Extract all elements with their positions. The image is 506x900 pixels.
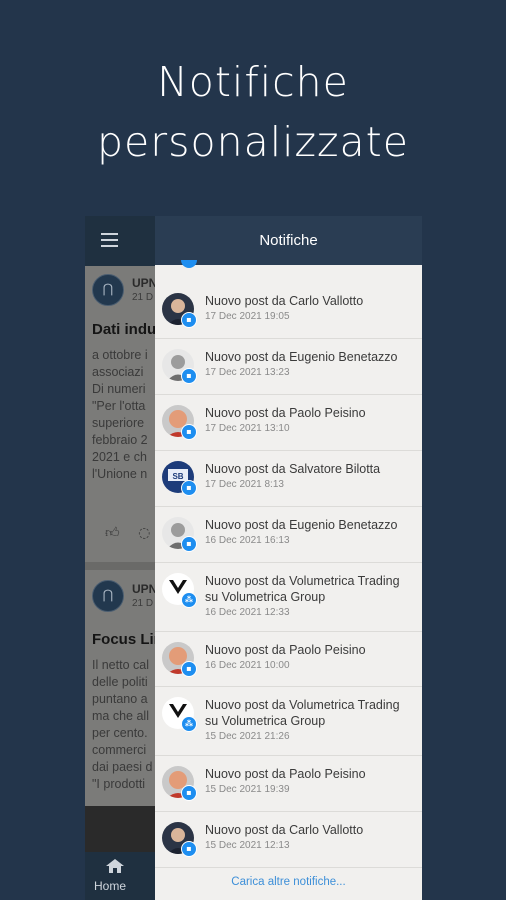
home-icon [106, 859, 124, 873]
post-separator [85, 562, 155, 570]
post-text-line: Di numeri [92, 382, 146, 396]
headline: Notifiche personalizzate [0, 52, 506, 172]
drawer-title: Notifiche [155, 216, 422, 265]
post-author: UPN [132, 276, 158, 290]
post-text-line: delle politi [92, 675, 148, 689]
post-text-line: associazi [92, 365, 144, 379]
notification-date: 16 Dec 2021 16:13 [205, 535, 290, 546]
post-text-line: dai paesi d [92, 760, 153, 774]
post-date: 21 D [132, 292, 154, 303]
notification-title: Nuovo post da Paolo Peisino [205, 406, 366, 420]
svg-text:SB: SB [172, 472, 183, 481]
author-avatar: ⋂ [92, 274, 124, 306]
notification-item[interactable]: ▪ Nuovo post da Carlo Vallotto 17 Dec 2021… [155, 283, 422, 339]
notification-title: Nuovo post da Salvatore Bilotta [205, 462, 381, 476]
load-more-link[interactable]: Carica altre notifiche... [155, 876, 422, 888]
post-text-line: a ottobre i [92, 348, 148, 362]
author-avatar: ⋂ [92, 580, 124, 612]
thumbs-up-icon[interactable]: 👍︎ [105, 525, 120, 541]
notification-item[interactable]: ▪ Nuovo post da Paolo Peisino 16 Dec 2021 … [155, 632, 422, 687]
hamburger-icon[interactable] [101, 233, 118, 247]
notification-date: 16 Dec 2021 10:00 [205, 660, 290, 671]
notification-item[interactable]: ⁂ Nuovo post da Volumetrica Trading su Vo… [155, 563, 422, 632]
post-text-line: l'Unione n [92, 467, 148, 481]
post-text-line: ma che all [92, 709, 149, 723]
notification-title: Nuovo post da Eugenio Benetazzo [205, 518, 398, 532]
bottom-nav: Home [85, 852, 155, 900]
post-text-line: per cento. [92, 726, 148, 740]
notification-title: Nuovo post da Carlo Vallotto [205, 823, 364, 837]
notification-date: 16 Dec 2021 12:33 [205, 607, 290, 618]
post-date: 21 D [132, 598, 154, 609]
notification-item[interactable]: SB ▪ Nuovo post da Salvatore Bilotta 17 Dec… [155, 451, 422, 507]
notification-title: Nuovo post da Paolo Peisino [205, 767, 366, 781]
notification-item[interactable]: ▪ Nuovo post da Eugenio Benetazzo 17 Dec 2… [155, 339, 422, 395]
notification-date: 15 Dec 2021 12:13 [205, 840, 290, 851]
post-text-line: commerci [92, 743, 147, 757]
post-text-line: "I prodotti [92, 777, 146, 791]
post-title: Dati indu [92, 321, 157, 338]
notification-title: Nuovo post da Eugenio Benetazzo [205, 350, 398, 364]
notification-item[interactable]: ▪ Nuovo post da Paolo Peisino 15 Dec 2021 … [155, 756, 422, 812]
notification-date: 17 Dec 2021 19:05 [205, 311, 290, 322]
page-icon: ▪ [181, 536, 197, 552]
home-label: Home [94, 879, 127, 893]
post-text-line: superiore [92, 416, 145, 430]
notification-title: Nuovo post da Carlo Vallotto [205, 294, 364, 308]
post-title: Focus Lir [92, 631, 160, 648]
notification-title: Nuovo post da Paolo Peisino [205, 643, 366, 657]
post-image [85, 806, 155, 852]
page-icon: ▪ [181, 312, 197, 328]
group-icon: ⁂ [181, 716, 197, 732]
notification-date: 17 Dec 2021 13:23 [205, 367, 290, 378]
headline-line-1: Notifiche [157, 58, 349, 106]
notification-item[interactable]: ⁂ Nuovo post da Volumetrica Trading su Vo… [155, 687, 422, 756]
headline-line-2: personalizzate [97, 118, 409, 166]
post-actions: 👍︎ ◌ [105, 524, 150, 541]
notification-item[interactable]: ▪ Nuovo post da Paolo Peisino 17 Dec 2021 … [155, 395, 422, 451]
notification-date: 17 Dec 2021 13:10 [205, 423, 290, 434]
post-feed: ⋂ UPN 21 D Dati indu a ottobre i associa… [85, 266, 160, 856]
notification-item[interactable]: ▪ Nuovo post da Carlo Vallotto 15 Dec 2021… [155, 812, 422, 868]
page-icon: ▪ [181, 424, 197, 440]
page-icon: ▪ [181, 785, 197, 801]
group-icon: ⁂ [181, 592, 197, 608]
notification-title: Nuovo post da Volumetrica Trading su Vol… [205, 698, 400, 728]
page-icon: ▪ [181, 480, 197, 496]
notification-date: 15 Dec 2021 21:26 [205, 731, 290, 742]
page-icon: ▪ [181, 368, 197, 384]
page-icon: ▪ [181, 661, 197, 677]
notification-date: 17 Dec 2021 8:13 [205, 479, 284, 490]
post-text-line: puntano a [92, 692, 148, 706]
post-text-line: febbraio 2 [92, 433, 148, 447]
comment-icon[interactable]: ◌ [138, 525, 150, 541]
post-text-line: "Per l'otta [92, 399, 146, 413]
post-text-line: 2021 e ch [92, 450, 147, 464]
notification-badge-icon [181, 260, 197, 268]
notification-title: Nuovo post da Volumetrica Trading su Vol… [205, 574, 400, 604]
notification-date: 15 Dec 2021 19:39 [205, 784, 290, 795]
notification-item[interactable]: ▪ Nuovo post da Eugenio Benetazzo 16 Dec 2… [155, 507, 422, 563]
notifications-drawer: Notifiche ▪ Nuovo post da Carlo Vallotto 1… [155, 216, 422, 900]
page-icon: ▪ [181, 841, 197, 857]
post-text-line: Il netto cal [92, 658, 149, 672]
post-author: UPN [132, 582, 158, 596]
